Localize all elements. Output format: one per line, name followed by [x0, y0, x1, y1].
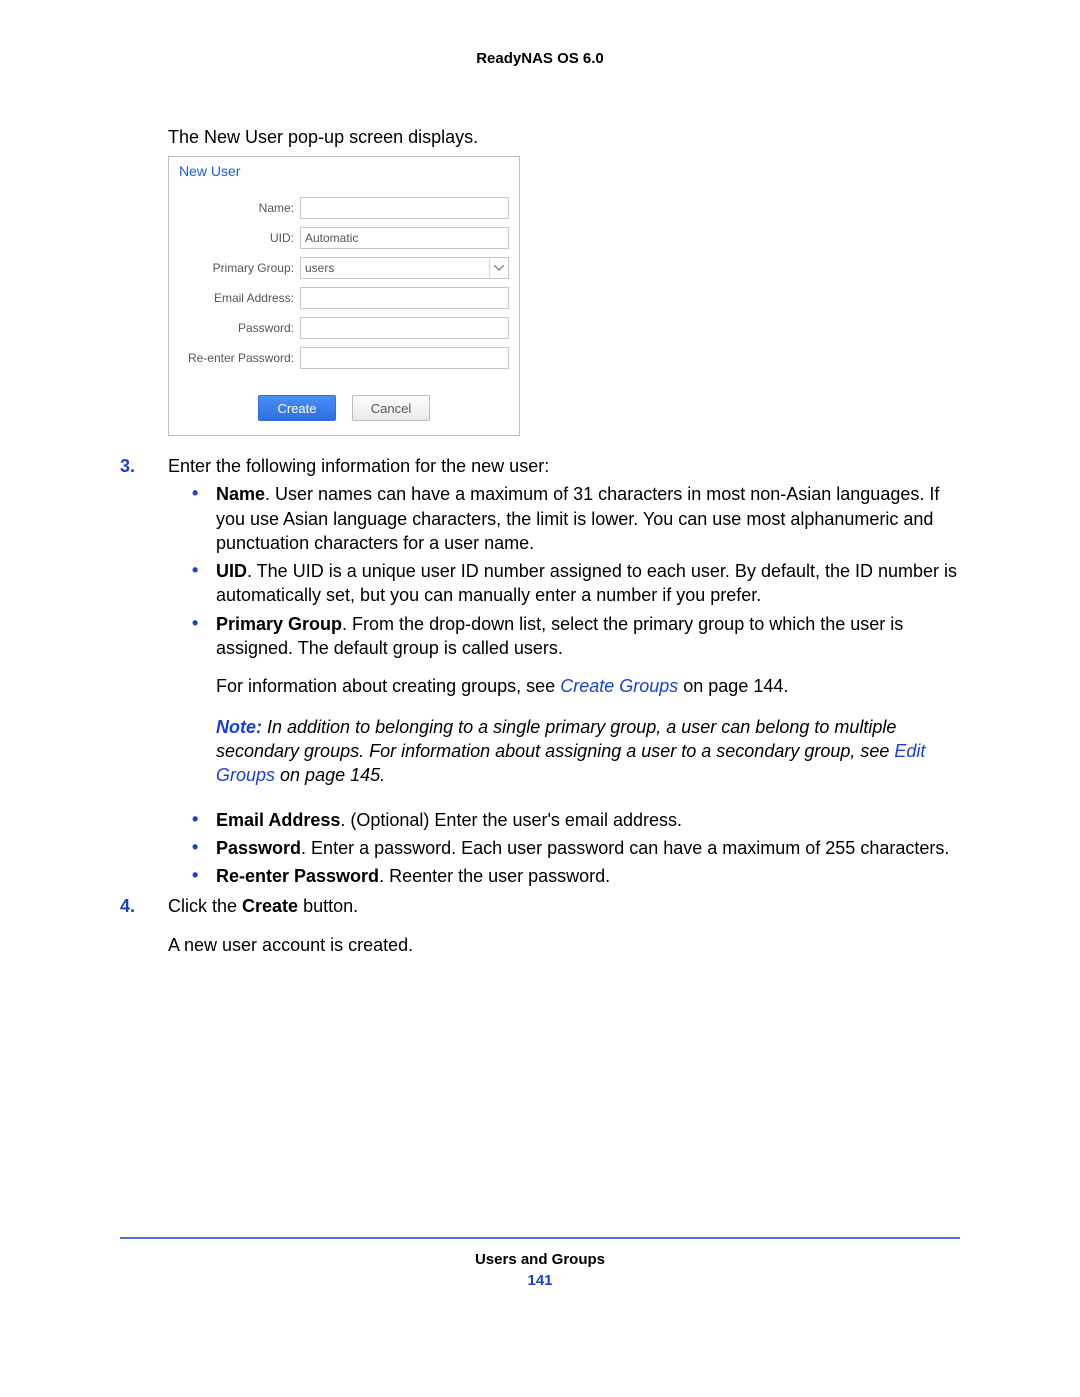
bullet-password: Password. Enter a password. Each user pa…: [216, 836, 960, 860]
bullet-icon: •: [192, 808, 216, 832]
name-field[interactable]: [300, 197, 509, 219]
bullet-reenter-password: Re-enter Password. Reenter the user pass…: [216, 864, 960, 888]
email-field[interactable]: [300, 287, 509, 309]
dialog-title: New User: [169, 157, 519, 183]
new-user-dialog: New User Name: UID: Primary Group: users: [168, 156, 520, 436]
chevron-down-icon: [489, 258, 508, 278]
step-4-line: Click the Create button.: [168, 894, 960, 918]
note-text: In addition to belonging to a single pri…: [216, 717, 896, 761]
footer-rule: [120, 1237, 960, 1239]
step-3: 3. Enter the following information for t…: [120, 454, 960, 888]
password-field[interactable]: [300, 317, 509, 339]
page-header: ReadyNAS OS 6.0: [120, 50, 960, 67]
footer-section: Users and Groups: [120, 1251, 960, 1268]
label-name: Name:: [179, 201, 300, 215]
step-4-result: A new user account is created.: [168, 933, 960, 957]
bullet-icon: •: [192, 482, 216, 555]
cancel-button[interactable]: Cancel: [352, 395, 430, 421]
link-create-groups[interactable]: Create Groups: [560, 676, 678, 696]
label-email: Email Address:: [179, 291, 300, 305]
bullet-uid: UID. The UID is a unique user ID number …: [216, 559, 960, 608]
bullet-icon: •: [192, 864, 216, 888]
label-primary-group: Primary Group:: [179, 261, 300, 275]
bullet-email: Email Address. (Optional) Enter the user…: [216, 808, 960, 832]
bullet-primary-group: Primary Group. From the drop-down list, …: [216, 612, 960, 804]
reenter-password-field[interactable]: [300, 347, 509, 369]
label-reenter-password: Re-enter Password:: [179, 351, 300, 365]
step-number: 3.: [120, 454, 168, 888]
create-button[interactable]: Create: [258, 395, 336, 421]
bullet-name: Name. User names can have a maximum of 3…: [216, 482, 960, 555]
bullet-icon: •: [192, 836, 216, 860]
intro-text: The New User pop-up screen displays.: [168, 127, 960, 148]
uid-field[interactable]: [300, 227, 509, 249]
bullet-icon: •: [192, 612, 216, 804]
step-3-lead: Enter the following information for the …: [168, 454, 960, 478]
bullet-icon: •: [192, 559, 216, 608]
label-uid: UID:: [179, 231, 300, 245]
step-4: 4. Click the Create button. A new user a…: [120, 894, 960, 957]
label-password: Password:: [179, 321, 300, 335]
note-text-post: on page 145.: [275, 765, 385, 785]
primary-group-value: users: [305, 261, 334, 275]
note-label: Note:: [216, 717, 267, 737]
footer-page-number: 141: [120, 1272, 960, 1289]
step-number: 4.: [120, 894, 168, 957]
primary-group-select[interactable]: users: [300, 257, 509, 279]
